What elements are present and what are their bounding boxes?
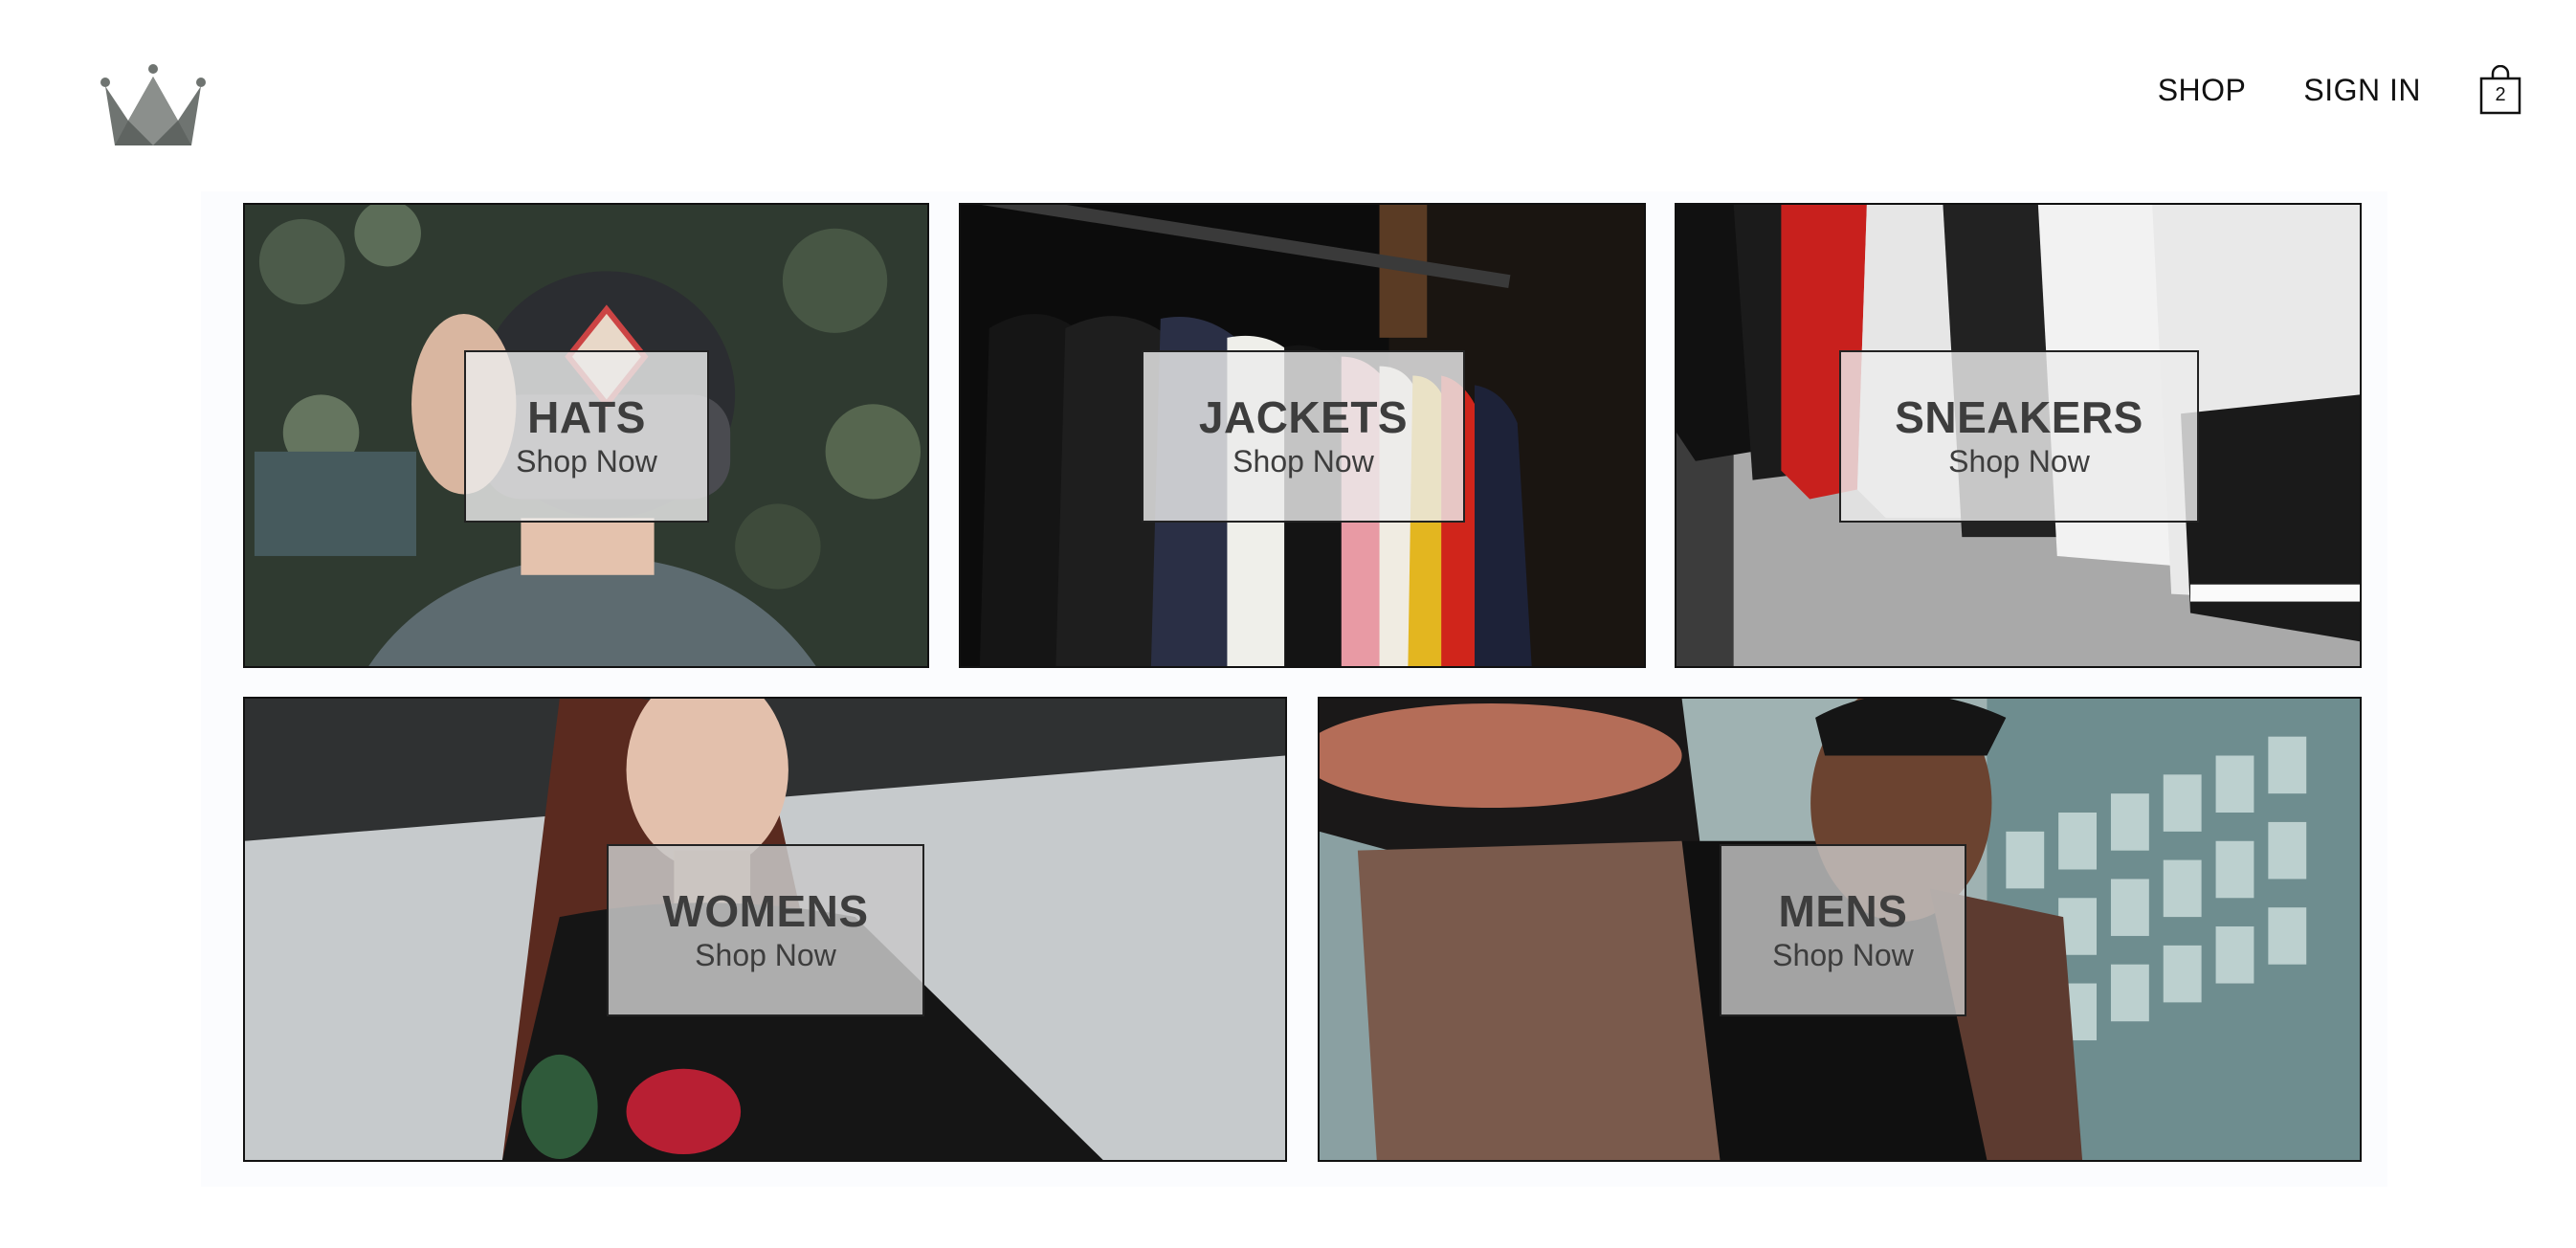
- menu-item-womens[interactable]: WOMENS Shop Now: [243, 697, 1287, 1162]
- shop-link[interactable]: SHOP: [2158, 73, 2247, 108]
- crown-icon: [100, 64, 206, 145]
- header-nav: SHOP SIGN IN 2: [2158, 65, 2522, 115]
- mens-shop-now: Shop Now: [1772, 937, 1914, 972]
- hats-shop-now: Shop Now: [516, 443, 657, 479]
- cart-button[interactable]: 2: [2478, 65, 2522, 115]
- sneakers-title: SNEAKERS: [1895, 392, 2143, 443]
- menu-item-hats[interactable]: HATS Shop Now: [243, 203, 929, 668]
- jackets-title: JACKETS: [1198, 392, 1409, 443]
- sign-in-link[interactable]: SIGN IN: [2303, 73, 2421, 108]
- menu-item-jackets[interactable]: JACKETS Shop Now: [959, 203, 1646, 668]
- mens-title: MENS: [1778, 886, 1908, 937]
- hats-label-box: HATS Shop Now: [464, 350, 709, 523]
- crown-logo[interactable]: [100, 63, 207, 149]
- sneakers-shop-now: Shop Now: [1948, 443, 2090, 479]
- mens-label-box: MENS Shop Now: [1720, 844, 1966, 1016]
- jackets-label-box: JACKETS Shop Now: [1142, 350, 1465, 523]
- womens-label-box: WOMENS Shop Now: [607, 844, 924, 1016]
- cart-count: 2: [2495, 84, 2506, 105]
- directory-menu: HATS Shop Now JACKETS Shop Now SNEAKERS …: [201, 191, 2387, 1187]
- menu-item-sneakers[interactable]: SNEAKERS Shop Now: [1675, 203, 2362, 668]
- womens-shop-now: Shop Now: [695, 937, 836, 972]
- menu-item-mens[interactable]: MENS Shop Now: [1318, 697, 2362, 1162]
- womens-title: WOMENS: [662, 886, 869, 937]
- hats-title: HATS: [527, 392, 646, 443]
- jackets-shop-now: Shop Now: [1232, 443, 1374, 479]
- sneakers-label-box: SNEAKERS Shop Now: [1839, 350, 2199, 523]
